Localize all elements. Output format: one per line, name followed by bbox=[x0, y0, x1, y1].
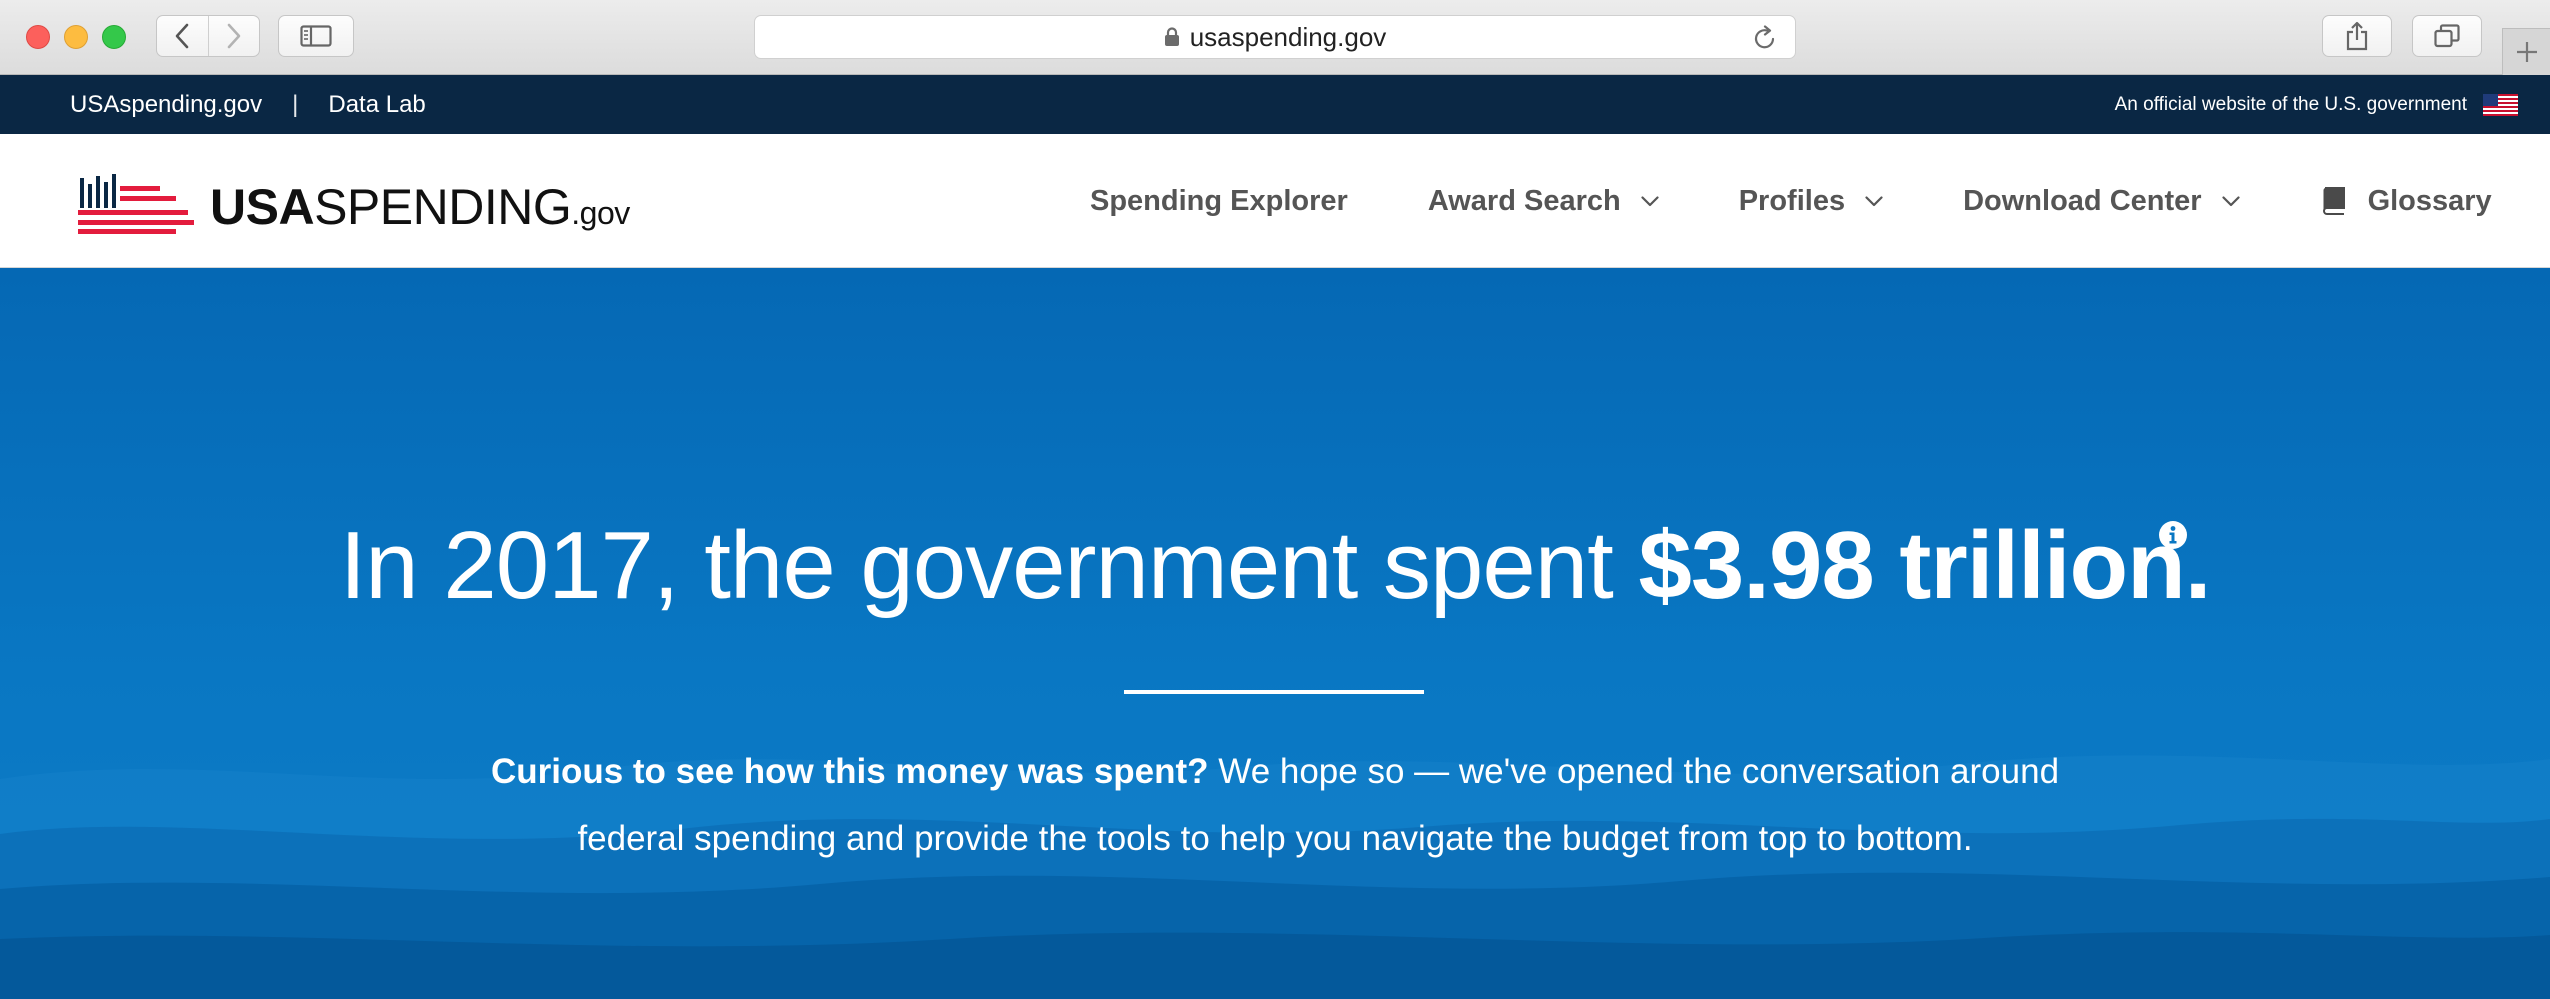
official-site-text: An official website of the U.S. governme… bbox=[2114, 93, 2467, 115]
show-tabs-button[interactable] bbox=[2412, 15, 2482, 57]
history-nav bbox=[156, 15, 260, 57]
new-tab-icon bbox=[2516, 42, 2537, 62]
us-flag-icon bbox=[2483, 94, 2518, 116]
link-separator: | bbox=[292, 90, 299, 118]
close-window-button[interactable] bbox=[26, 25, 50, 49]
gov-bar-links: USAspending.gov | Data Lab bbox=[70, 75, 426, 134]
nav-label: Download Center bbox=[1963, 184, 2202, 217]
chevron-down-icon bbox=[1865, 195, 1883, 207]
headline-amount: $3.98 trillion bbox=[1638, 512, 2186, 619]
nav-spending-explorer[interactable]: Spending Explorer bbox=[1090, 185, 1348, 218]
zoom-window-button[interactable] bbox=[102, 25, 126, 49]
hero-divider bbox=[1124, 690, 1424, 694]
nav-glossary[interactable]: Glossary bbox=[2320, 185, 2492, 218]
site-header: USASPENDING.gov Spending Explorer Award … bbox=[0, 134, 2550, 268]
reload-button[interactable] bbox=[1753, 25, 1777, 58]
back-icon bbox=[175, 23, 189, 49]
sidebar-icon bbox=[300, 25, 332, 47]
lock-icon bbox=[1164, 27, 1180, 47]
forward-button[interactable] bbox=[207, 16, 260, 56]
chevron-down-icon bbox=[2221, 195, 2240, 207]
logo-bold-text: USA bbox=[210, 179, 315, 235]
address-bar[interactable]: usaspending.gov bbox=[754, 15, 1796, 59]
nav-label: Award Search bbox=[1427, 184, 1621, 217]
minimize-window-button[interactable] bbox=[64, 25, 88, 49]
forward-icon bbox=[227, 23, 241, 49]
main-nav: Spending Explorer Award Search Profiles … bbox=[1090, 134, 2492, 268]
book-icon bbox=[2320, 187, 2346, 215]
headline-period: . bbox=[2184, 512, 2212, 619]
tabs-icon bbox=[2434, 24, 2460, 48]
info-icon[interactable] bbox=[2158, 520, 2188, 550]
logo-wordmark: USASPENDING.gov bbox=[210, 182, 630, 234]
data-lab-link[interactable]: Data Lab bbox=[328, 91, 425, 119]
logo-light-text: SPENDING bbox=[314, 179, 572, 235]
share-icon bbox=[2346, 21, 2368, 51]
nav-label: Spending Explorer bbox=[1090, 184, 1348, 217]
headline-prefix: In 2017, the government spent bbox=[339, 512, 1639, 619]
sidebar-toggle-button[interactable] bbox=[278, 15, 354, 57]
hero-section: In 2017, the government spent $3.98 tril… bbox=[0, 268, 2550, 999]
hero-description: Curious to see how this money was spent?… bbox=[440, 738, 2110, 872]
lede-bold: Curious to see how this money was spent? bbox=[490, 752, 1209, 791]
usaspending-logo-icon bbox=[78, 174, 194, 234]
url-text: usaspending.gov bbox=[1189, 21, 1387, 52]
new-tab-button[interactable] bbox=[2502, 28, 2550, 75]
nav-label: Glossary bbox=[2367, 184, 2492, 217]
nav-label: Profiles bbox=[1738, 184, 1846, 217]
browser-toolbar: usaspending.gov bbox=[0, 0, 2550, 75]
browser-window: usaspending.gov USAspending.gov | Data L… bbox=[0, 0, 2550, 999]
reload-icon bbox=[1754, 25, 1775, 49]
official-gov-bar: USAspending.gov | Data Lab An official w… bbox=[0, 75, 2550, 134]
usaspending-home-link[interactable]: USAspending.gov bbox=[70, 91, 262, 119]
nav-award-search[interactable]: Award Search bbox=[1428, 185, 1659, 218]
share-button[interactable] bbox=[2322, 15, 2392, 57]
nav-profiles[interactable]: Profiles bbox=[1739, 185, 1883, 218]
back-button[interactable] bbox=[157, 16, 208, 56]
chevron-down-icon bbox=[1641, 195, 1659, 207]
site-logo[interactable]: USASPENDING.gov bbox=[78, 174, 630, 234]
logo-suffix-text: .gov bbox=[571, 195, 630, 231]
nav-download-center[interactable]: Download Center bbox=[1963, 184, 2240, 218]
